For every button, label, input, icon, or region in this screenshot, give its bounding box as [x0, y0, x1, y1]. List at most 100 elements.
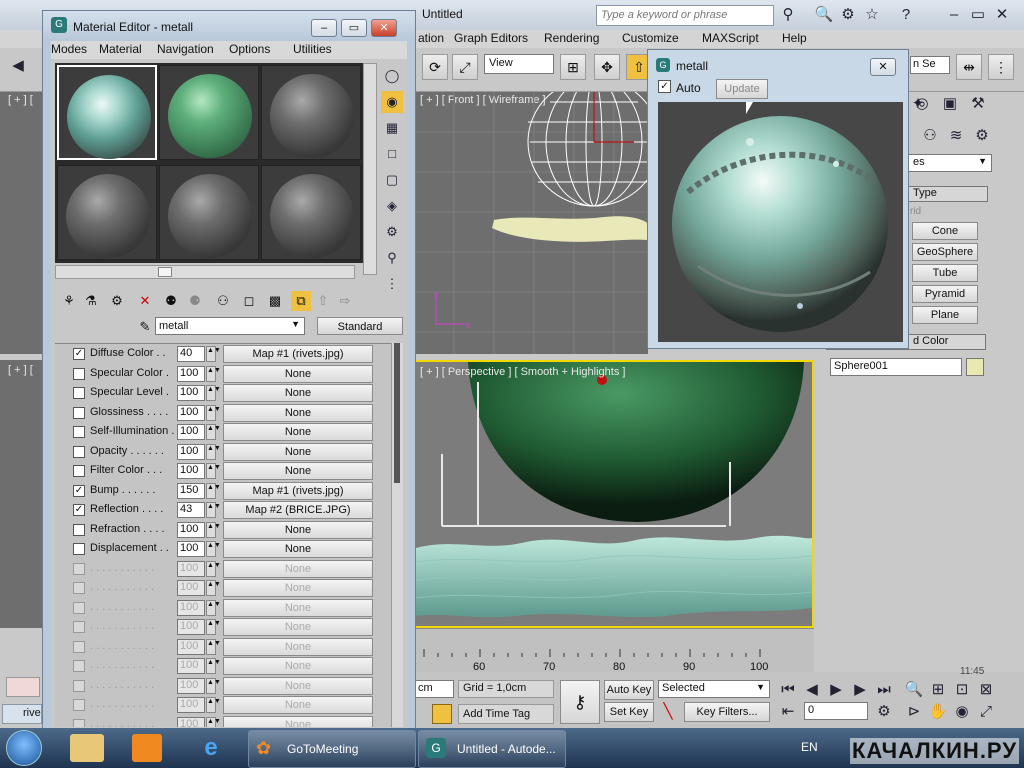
map-slot-button[interactable]: None	[223, 364, 373, 383]
sample-slot-2[interactable]	[159, 65, 259, 160]
amount-spinner[interactable]: ▲▼	[206, 385, 221, 401]
map-slot-button[interactable]: Map #1 (rivets.jpg)	[223, 345, 373, 363]
display-tab-icon[interactable]: ▣	[940, 94, 960, 114]
go-forward-to-sibling-icon[interactable]: ⇨	[335, 291, 355, 311]
left-viewport-label[interactable]: [ + ] [	[8, 364, 33, 376]
slots-vertical-scrollbar[interactable]	[363, 63, 377, 275]
start-button[interactable]	[6, 730, 42, 766]
orbit-icon[interactable]: ◉	[952, 702, 972, 722]
slots-horizontal-scrollbar[interactable]	[55, 265, 355, 279]
modify-tab-icon[interactable]: ◎	[912, 94, 932, 114]
material-map-navigator-icon[interactable]: ⋮	[381, 273, 403, 295]
map-amount-field[interactable]: 100	[177, 365, 205, 382]
put-to-library-icon[interactable]: ⚇	[213, 291, 233, 311]
named-selection-field[interactable]: n Se	[910, 56, 950, 74]
perspective-viewport[interactable]: [ + ] [ Perspective ] [ Smooth + Highlig…	[414, 360, 814, 628]
map-enable-checkbox[interactable]	[73, 543, 85, 555]
update-button[interactable]: Update	[716, 79, 768, 99]
background-checker-icon[interactable]: ▦	[381, 117, 403, 139]
back-arrow-icon[interactable]: ◀	[8, 56, 28, 76]
map-enable-checkbox[interactable]	[73, 640, 85, 653]
amount-spinner[interactable]: ▲▼	[206, 658, 221, 674]
map-enable-checkbox[interactable]	[73, 601, 85, 614]
put-material-icon[interactable]: ⚗	[81, 291, 101, 311]
map-slot-button[interactable]: None	[223, 540, 373, 558]
reference-coordinate-dropdown[interactable]: View	[484, 54, 554, 74]
amount-spinner[interactable]: ▲▼	[206, 560, 221, 577]
reset-map-icon[interactable]: ✕	[135, 291, 155, 311]
map-enable-checkbox[interactable]	[73, 367, 85, 380]
tube-button[interactable]: Tube	[912, 264, 978, 282]
pan-icon[interactable]: ✋	[928, 702, 948, 722]
material-type-button[interactable]: Standard	[317, 317, 403, 335]
minimized-window-tab[interactable]: rive	[2, 704, 42, 724]
map-slot-button[interactable]: Map #1 (rivets.jpg)	[223, 481, 373, 500]
amount-spinner[interactable]: ▲▼	[206, 365, 221, 382]
zoom-extents-icon[interactable]: ⊡	[952, 680, 972, 700]
key-filters-button[interactable]: Key Filters...	[684, 702, 770, 722]
shapes-icon[interactable]: ⚇	[920, 126, 940, 146]
object-type-rollout[interactable]: Type	[908, 186, 988, 202]
make-material-copy-icon[interactable]: ⚉	[161, 291, 181, 311]
show-map-in-viewport-icon[interactable]: ▩	[265, 291, 285, 311]
left-viewport[interactable]: [ + ] [	[0, 360, 42, 628]
map-enable-checkbox[interactable]	[73, 465, 85, 477]
utilities-tab-icon[interactable]: ⚒	[968, 94, 988, 114]
backlight-icon[interactable]: ◉	[381, 91, 403, 113]
sample-slot-3[interactable]	[261, 65, 361, 160]
amount-spinner[interactable]: ▲▼	[206, 599, 221, 616]
minimize-icon[interactable]: –	[944, 5, 964, 25]
scale-tool-icon[interactable]: ⤢	[452, 54, 478, 80]
search-icon[interactable]: 🔍	[814, 5, 834, 25]
amount-spinner[interactable]: ▲▼	[206, 677, 221, 694]
rollout-scrollbar[interactable]	[391, 343, 403, 727]
maximize-button[interactable]: ▭	[341, 19, 367, 37]
map-amount-field[interactable]: 100	[177, 443, 205, 460]
internet-explorer-icon[interactable]: e	[196, 734, 226, 762]
language-indicator[interactable]: EN	[801, 740, 818, 754]
go-to-end-icon[interactable]: ⏭	[874, 680, 894, 700]
menu-material[interactable]: Material	[99, 42, 142, 56]
perspective-viewport-label[interactable]: [ + ] [ Perspective ] [ Smooth + Highlig…	[420, 366, 625, 378]
menu-navigation[interactable]: Navigation	[157, 42, 214, 56]
time-tag-icon[interactable]	[432, 704, 452, 724]
map-amount-field[interactable]: 100	[177, 424, 205, 440]
map-enable-checkbox[interactable]	[73, 406, 85, 419]
map-amount-field[interactable]: 100	[177, 716, 205, 727]
top-viewport[interactable]: [ + ] [	[0, 92, 42, 354]
maximize-viewport-icon[interactable]: ⤢	[976, 702, 996, 722]
binoculars-icon[interactable]: ⚲	[778, 5, 798, 25]
map-enable-checkbox[interactable]	[73, 718, 85, 727]
assign-material-icon[interactable]: ⚙	[107, 291, 127, 311]
map-amount-field[interactable]: 100	[177, 560, 205, 577]
align-icon[interactable]: ⋮	[988, 54, 1014, 80]
menu-modes[interactable]: Modes	[51, 42, 87, 56]
map-slot-button[interactable]: None	[223, 559, 373, 578]
favorites-star-icon[interactable]: ☆	[862, 5, 882, 25]
options-icon[interactable]: ⚙	[381, 221, 403, 243]
map-slot-button[interactable]: None	[223, 520, 373, 539]
map-enable-checkbox[interactable]	[73, 582, 85, 594]
map-enable-checkbox[interactable]: ✓	[73, 484, 85, 497]
scroll-thumb[interactable]	[158, 267, 172, 277]
close-button[interactable]: ✕	[371, 19, 397, 37]
map-amount-field[interactable]: 100	[177, 599, 205, 616]
menu-animation[interactable]: ation	[418, 31, 444, 45]
make-unique-icon[interactable]: ⚈	[185, 291, 205, 311]
sample-type-sphere-icon[interactable]: ◯	[381, 65, 403, 87]
map-slot-button[interactable]: None	[223, 579, 373, 597]
amount-spinner[interactable]: ▲▼	[206, 424, 221, 440]
amount-spinner[interactable]: ▲▼	[206, 697, 221, 713]
map-amount-field[interactable]: 100	[177, 521, 205, 538]
key-mode-toggle-icon[interactable]: ⇤	[778, 702, 798, 722]
auto-checkbox[interactable]: ✓	[658, 80, 671, 93]
map-slot-button[interactable]: Map #2 (BRICE.JPG)	[223, 501, 373, 519]
top-viewport-label[interactable]: [ + ] [	[8, 94, 33, 106]
explorer-icon[interactable]	[70, 734, 104, 762]
map-amount-field[interactable]: 100	[177, 385, 205, 401]
map-amount-field[interactable]: 100	[177, 697, 205, 713]
map-slot-button[interactable]: None	[223, 423, 373, 441]
map-enable-checkbox[interactable]	[73, 387, 85, 399]
map-slot-button[interactable]: None	[223, 676, 373, 695]
help-icon[interactable]: ?	[896, 5, 916, 25]
